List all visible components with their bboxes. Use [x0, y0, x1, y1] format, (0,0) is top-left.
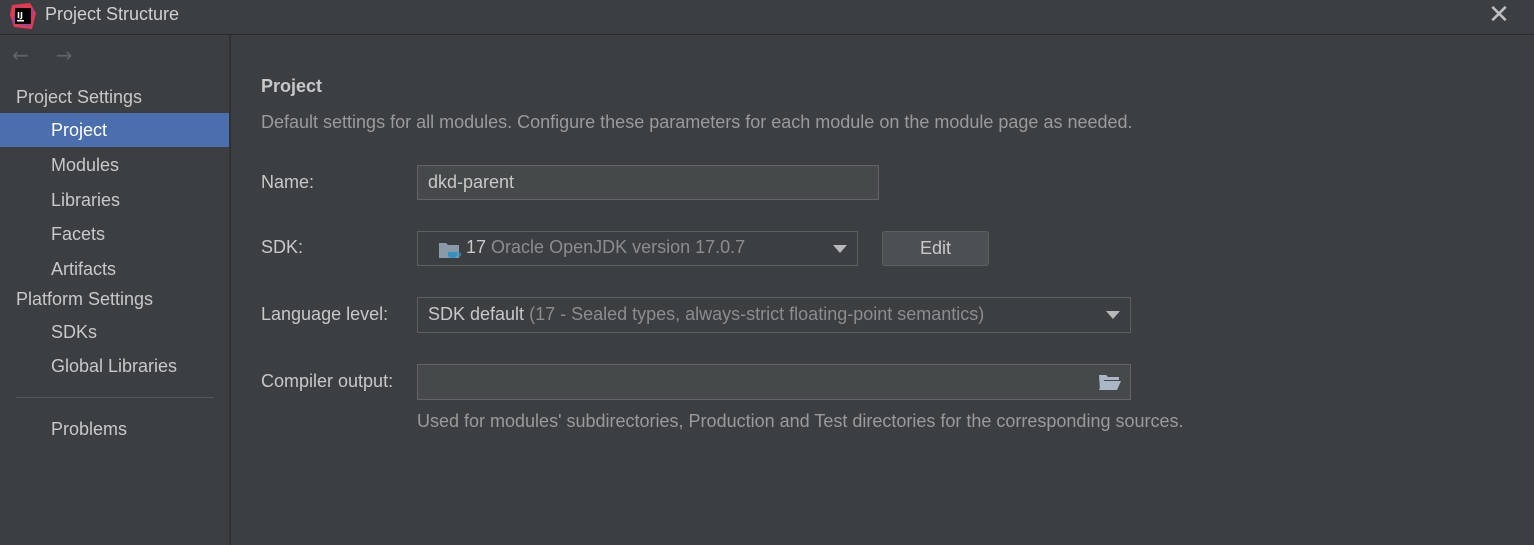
name-label: Name:	[261, 172, 315, 192]
folder-browse-icon[interactable]	[1098, 373, 1122, 391]
page-title: Project	[261, 76, 323, 96]
title-bar: IJ Project Structure ✕	[0, 0, 1534, 35]
compiler-output-field[interactable]	[417, 364, 1131, 400]
jdk-folder-icon	[439, 243, 462, 258]
language-level-label: Language level:	[261, 304, 389, 324]
chevron-down-icon	[1106, 311, 1120, 319]
main-panel: Project Default settings for all modules…	[231, 35, 1534, 545]
edit-sdk-button[interactable]: Edit	[882, 231, 989, 266]
language-level-detail: (17 - Sealed types, always-strict floati…	[529, 304, 985, 324]
language-level-value: SDK default	[428, 304, 525, 324]
compiler-output-hint: Used for modules' subdirectories, Produc…	[417, 411, 1184, 431]
sidebar-item-problems[interactable]: Problems	[0, 412, 229, 446]
back-arrow-icon[interactable]: ←	[12, 43, 36, 67]
sidebar-item-project[interactable]: Project	[0, 113, 229, 147]
window-title: Project Structure	[45, 4, 180, 24]
page-description: Default settings for all modules. Config…	[261, 112, 1133, 132]
sidebar: ← → Project Settings Project Modules Lib…	[0, 35, 231, 545]
sidebar-item-libraries[interactable]: Libraries	[0, 183, 229, 217]
platform-settings-header: Platform Settings	[16, 289, 154, 309]
sidebar-item-global-libraries[interactable]: Global Libraries	[0, 349, 229, 383]
sdk-detail: Oracle OpenJDK version 17.0.7	[491, 237, 746, 257]
nav-arrows: ← →	[12, 43, 94, 71]
chevron-down-icon	[833, 244, 847, 253]
sidebar-item-sdks[interactable]: SDKs	[0, 315, 229, 349]
project-settings-header: Project Settings	[16, 87, 143, 107]
sidebar-item-facets[interactable]: Facets	[0, 217, 229, 251]
close-icon[interactable]: ✕	[1486, 2, 1512, 28]
project-name-input[interactable]	[417, 165, 879, 200]
sidebar-divider	[16, 397, 214, 398]
intellij-logo-icon: IJ	[10, 3, 36, 29]
sdk-label: SDK:	[261, 237, 304, 257]
sdk-version: 17	[466, 237, 487, 257]
compiler-output-label: Compiler output:	[261, 371, 394, 391]
logo-text: IJ	[17, 11, 23, 20]
sdk-select[interactable]: 17 Oracle OpenJDK version 17.0.7	[417, 231, 858, 266]
sidebar-item-artifacts[interactable]: Artifacts	[0, 252, 229, 286]
forward-arrow-icon[interactable]: →	[56, 43, 80, 67]
language-level-select[interactable]: SDK default (17 - Sealed types, always-s…	[417, 297, 1131, 333]
sidebar-item-modules[interactable]: Modules	[0, 148, 229, 182]
